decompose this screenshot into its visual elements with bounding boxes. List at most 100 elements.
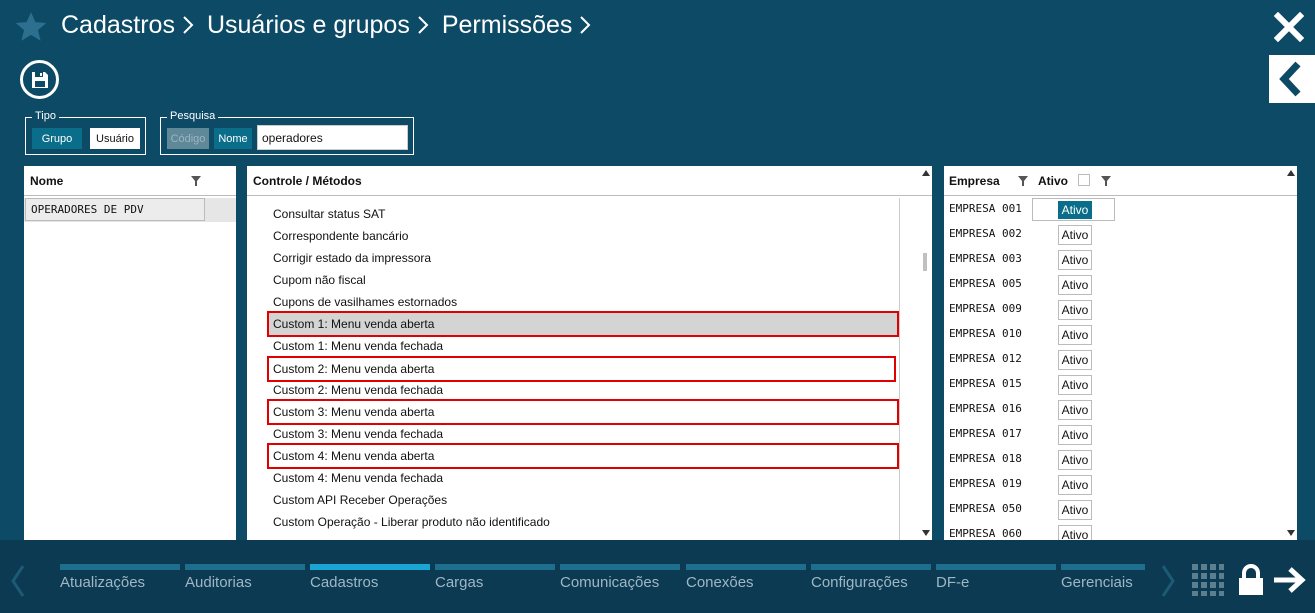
nome-header: Nome bbox=[24, 166, 236, 196]
ativo-cell[interactable]: Ativo bbox=[1058, 375, 1092, 395]
ativo-cell-editing[interactable]: Ativo bbox=[1032, 198, 1115, 221]
empresa-name: EMPRESA 005 bbox=[949, 277, 1022, 290]
ativo-cell[interactable]: Ativo bbox=[1058, 475, 1092, 495]
empresa-name: EMPRESA 010 bbox=[949, 327, 1022, 340]
empresa-row[interactable]: EMPRESA 018 Ativo bbox=[944, 448, 1284, 473]
empresa-row[interactable]: EMPRESA 012 Ativo bbox=[944, 348, 1284, 373]
nav-prev-icon[interactable] bbox=[10, 564, 26, 598]
tipo-groupbox: Tipo Grupo Usuário bbox=[25, 110, 146, 155]
ativo-cell[interactable]: Ativo bbox=[1058, 275, 1092, 295]
scrollbar-thumb[interactable] bbox=[923, 253, 927, 271]
ativo-header-checkbox[interactable] bbox=[1078, 174, 1090, 186]
grid-icon[interactable] bbox=[1192, 564, 1224, 596]
method-row[interactable]: Cupom não fiscal bbox=[269, 269, 897, 291]
method-row-highlighted[interactable]: Custom 2: Menu venda aberta bbox=[267, 356, 896, 382]
filter-icon[interactable] bbox=[1018, 176, 1028, 186]
method-row[interactable]: Correspondente bancário bbox=[269, 225, 897, 247]
method-row[interactable]: Custom 1: Menu venda fechada bbox=[269, 335, 897, 357]
method-row-highlighted[interactable]: Custom 3: Menu venda aberta bbox=[267, 399, 899, 425]
controle-header-label: Controle / Métodos bbox=[253, 173, 362, 188]
ativo-cell[interactable]: Ativo bbox=[1058, 250, 1092, 270]
method-row[interactable]: Custom 3: Menu venda fechada bbox=[269, 423, 897, 445]
lock-icon[interactable] bbox=[1238, 564, 1264, 596]
back-button[interactable] bbox=[1269, 55, 1315, 103]
empresa-panel: Empresa Ativo EMPRESA 001 Ativo EMPRESA … bbox=[944, 166, 1297, 540]
scroll-down-icon[interactable] bbox=[922, 530, 930, 536]
method-row[interactable]: Consultar status SAT bbox=[269, 203, 897, 225]
ativo-cell[interactable]: Ativo bbox=[1058, 325, 1092, 345]
star-icon[interactable] bbox=[14, 10, 48, 44]
nome-row-label: OPERADORES DE PDV bbox=[25, 198, 205, 221]
scroll-up-icon[interactable] bbox=[1287, 170, 1295, 176]
breadcrumb-usuarios-grupos[interactable]: Usuários e grupos bbox=[207, 11, 410, 40]
empresa-row[interactable]: EMPRESA 017 Ativo bbox=[944, 423, 1284, 448]
breadcrumb-cadastros[interactable]: Cadastros bbox=[61, 11, 175, 40]
empresa-name: EMPRESA 002 bbox=[949, 227, 1022, 240]
empresa-row[interactable]: EMPRESA 001 Ativo bbox=[944, 198, 1284, 223]
ativo-cell[interactable]: Ativo bbox=[1058, 450, 1092, 470]
empresa-name: EMPRESA 060 bbox=[949, 527, 1022, 540]
search-input[interactable]: operadores bbox=[257, 125, 408, 150]
filter-icon[interactable] bbox=[191, 176, 201, 186]
scroll-down-icon[interactable] bbox=[1287, 530, 1295, 536]
method-row-highlighted[interactable]: Custom 4: Menu venda aberta bbox=[267, 443, 899, 469]
nav-label: Atualizações bbox=[60, 574, 146, 591]
empresa-row[interactable]: EMPRESA 050 Ativo bbox=[944, 498, 1284, 523]
breadcrumb-permissoes[interactable]: Permissões bbox=[442, 11, 573, 40]
ativo-cell[interactable]: Ativo bbox=[1058, 225, 1092, 245]
method-row-highlighted[interactable]: Custom 1: Menu venda aberta bbox=[267, 311, 899, 337]
empresa-name: EMPRESA 018 bbox=[949, 452, 1022, 465]
method-row[interactable]: Corrigir estado da impressora bbox=[269, 247, 897, 269]
pesquisa-codigo-option[interactable]: Código bbox=[167, 128, 209, 149]
empresa-name: EMPRESA 050 bbox=[949, 502, 1022, 515]
scroll-up-icon[interactable] bbox=[922, 170, 930, 176]
tipo-usuario-option[interactable]: Usuário bbox=[90, 128, 140, 149]
empresa-row[interactable]: EMPRESA 009 Ativo bbox=[944, 298, 1284, 323]
method-row[interactable]: Custom 2: Menu venda fechada bbox=[269, 379, 897, 401]
save-button[interactable] bbox=[20, 60, 59, 99]
empresa-name: EMPRESA 015 bbox=[949, 377, 1022, 390]
empresa-row[interactable]: EMPRESA 019 Ativo bbox=[944, 473, 1284, 498]
empresa-row[interactable]: EMPRESA 015 Ativo bbox=[944, 373, 1284, 398]
empresa-row[interactable]: EMPRESA 016 Ativo bbox=[944, 398, 1284, 423]
pesquisa-groupbox: Pesquisa Código Nome operadores bbox=[160, 110, 414, 155]
empresa-row[interactable]: EMPRESA 060 Ativo bbox=[944, 523, 1284, 540]
breadcrumb: Cadastros Usuários e grupos Permissões bbox=[61, 8, 604, 42]
empresa-name: EMPRESA 009 bbox=[949, 302, 1022, 315]
ativo-cell[interactable]: Ativo bbox=[1058, 350, 1092, 370]
ativo-cell[interactable]: Ativo bbox=[1058, 500, 1092, 520]
ativo-cell[interactable]: Ativo bbox=[1058, 400, 1092, 420]
nav-bar bbox=[185, 564, 305, 570]
nav-bar bbox=[811, 564, 931, 570]
empresa-row[interactable]: EMPRESA 003 Ativo bbox=[944, 248, 1284, 273]
nome-panel: Nome OPERADORES DE PDV bbox=[24, 166, 236, 540]
tipo-grupo-option[interactable]: Grupo bbox=[32, 128, 82, 149]
empresa-row[interactable]: EMPRESA 010 Ativo bbox=[944, 323, 1284, 348]
empresa-name: EMPRESA 017 bbox=[949, 427, 1022, 440]
pesquisa-nome-option[interactable]: Nome bbox=[214, 128, 252, 149]
nav-label: Gerenciais bbox=[1061, 574, 1133, 591]
ativo-cell[interactable]: Ativo bbox=[1058, 525, 1092, 540]
empresa-row[interactable]: EMPRESA 002 Ativo bbox=[944, 223, 1284, 248]
close-icon[interactable] bbox=[1274, 12, 1304, 42]
method-row[interactable]: Custom 4: Menu venda fechada bbox=[269, 467, 897, 489]
nav-bar bbox=[1061, 564, 1145, 570]
ativo-cell[interactable]: Ativo bbox=[1058, 300, 1092, 320]
chevron-right-icon bbox=[580, 16, 591, 34]
method-row[interactable]: Custom API Receber Operações bbox=[269, 489, 897, 511]
empresa-name: EMPRESA 019 bbox=[949, 477, 1022, 490]
method-row[interactable]: Custom Operação - Liberar produto não id… bbox=[269, 511, 897, 533]
vertical-scrollbar[interactable] bbox=[899, 198, 900, 540]
ativo-cell[interactable]: Ativo bbox=[1058, 425, 1092, 445]
bottom-nav: Atualizações Auditorias Cadastros Cargas… bbox=[0, 540, 1315, 613]
empresa-name: EMPRESA 001 bbox=[949, 202, 1022, 215]
nav-next-icon[interactable] bbox=[1160, 564, 1176, 598]
arrow-right-icon[interactable] bbox=[1272, 566, 1306, 594]
nav-label: DF-e bbox=[936, 574, 970, 591]
method-row[interactable]: Cupons de vasilhames estornados bbox=[269, 291, 897, 313]
nav-bar bbox=[936, 564, 1056, 570]
filter-icon[interactable] bbox=[1101, 176, 1111, 186]
empresa-row[interactable]: EMPRESA 005 Ativo bbox=[944, 273, 1284, 298]
nome-row[interactable]: OPERADORES DE PDV bbox=[24, 198, 236, 222]
ativo-header-label: Ativo bbox=[1038, 174, 1068, 188]
